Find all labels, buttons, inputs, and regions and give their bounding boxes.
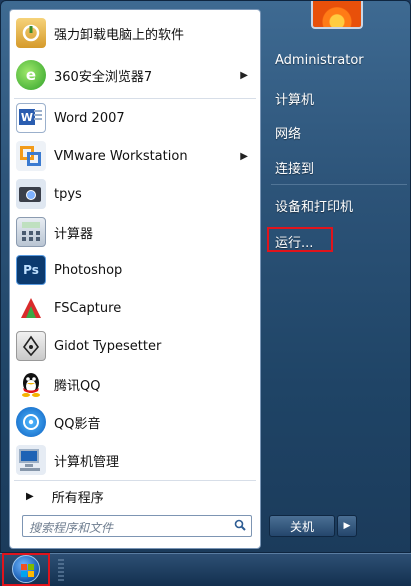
all-programs-label: 所有程序 — [51, 490, 104, 506]
program-item-fscapture[interactable]: FSCapture — [14, 289, 258, 327]
place-item-user[interactable]: Administrator — [275, 53, 364, 68]
program-item-computer-management[interactable]: 计算机管理 — [14, 441, 258, 479]
program-label: 计算器 — [54, 226, 94, 242]
places-pane: Administrator 计算机 网络 连接到 设备和打印机 运行... — [271, 1, 411, 554]
search-input[interactable]: 搜索程序和文件 — [22, 515, 252, 537]
submenu-arrow-icon[interactable]: ▶ — [240, 151, 248, 162]
taskbar-grip[interactable] — [58, 559, 64, 581]
place-item-connect-to[interactable]: 连接到 — [275, 158, 314, 177]
program-item-photoshop[interactable]: Ps Photoshop — [14, 251, 258, 289]
qq-player-icon — [16, 407, 46, 437]
program-label: tpys — [54, 186, 82, 202]
divider — [14, 480, 256, 481]
search-placeholder: 搜索程序和文件 — [29, 521, 114, 535]
program-label: 360安全浏览器7 — [54, 69, 153, 85]
shutdown-label: 关机 — [289, 519, 314, 534]
program-item-uninstaller[interactable]: 强力卸载电脑上的软件 — [14, 14, 258, 52]
computer-management-icon — [16, 445, 46, 475]
camera-icon — [16, 179, 46, 209]
program-item-qq-player[interactable]: QQ影音 — [14, 403, 258, 441]
qq-penguin-icon — [16, 369, 46, 399]
place-item-computer[interactable]: 计算机 — [275, 89, 314, 108]
shutdown-button[interactable]: 关机 — [269, 515, 335, 537]
program-label: VMware Workstation — [54, 148, 188, 164]
start-highlight-box — [2, 553, 50, 586]
start-menu: 强力卸载电脑上的软件 e 360安全浏览器7 ▶ W Word 2007 VMw… — [0, 0, 411, 553]
program-label: Photoshop — [54, 262, 123, 278]
program-item-vmware[interactable]: VMware Workstation ▶ — [14, 137, 258, 175]
program-item-360-browser[interactable]: e 360安全浏览器7 ▶ — [14, 56, 258, 94]
program-label: 计算机管理 — [54, 454, 120, 470]
word-document-icon: W — [16, 103, 46, 133]
submenu-arrow-icon[interactable]: ▶ — [240, 70, 248, 81]
program-item-qq[interactable]: 腾讯QQ — [14, 365, 258, 403]
programs-pane: 强力卸载电脑上的软件 e 360安全浏览器7 ▶ W Word 2007 VMw… — [9, 9, 261, 549]
pen-nib-icon — [16, 331, 46, 361]
program-item-gidot[interactable]: Gidot Typesetter — [14, 327, 258, 365]
vmware-icon — [16, 141, 46, 171]
fscapture-icon — [16, 293, 46, 323]
360-browser-icon: e — [16, 60, 46, 90]
program-item-tpys[interactable]: tpys — [14, 175, 258, 213]
place-item-devices-printers[interactable]: 设备和打印机 — [275, 196, 353, 215]
program-item-calculator[interactable]: 计算器 — [14, 213, 258, 251]
program-label: FSCapture — [54, 300, 122, 316]
program-item-word[interactable]: W Word 2007 — [14, 99, 258, 137]
divider — [271, 184, 407, 185]
photoshop-icon: Ps — [16, 255, 46, 285]
run-highlight-box — [267, 227, 333, 252]
program-label: 腾讯QQ — [54, 378, 101, 394]
program-label: Gidot Typesetter — [54, 338, 162, 354]
magnifier-icon[interactable] — [234, 519, 246, 531]
triangle-right-icon: ▶ — [26, 490, 34, 502]
uninstaller-box-icon — [16, 18, 46, 48]
place-item-network[interactable]: 网络 — [275, 123, 301, 142]
program-label: Word 2007 — [54, 110, 125, 126]
shutdown-options-button[interactable]: ▶ — [337, 515, 357, 537]
program-label: 强力卸载电脑上的软件 — [54, 27, 185, 43]
program-label: QQ影音 — [54, 416, 101, 432]
calculator-icon — [16, 217, 46, 247]
chevron-right-icon: ▶ — [343, 521, 351, 531]
all-programs-item[interactable]: ▶ 所有程序 — [14, 484, 258, 508]
